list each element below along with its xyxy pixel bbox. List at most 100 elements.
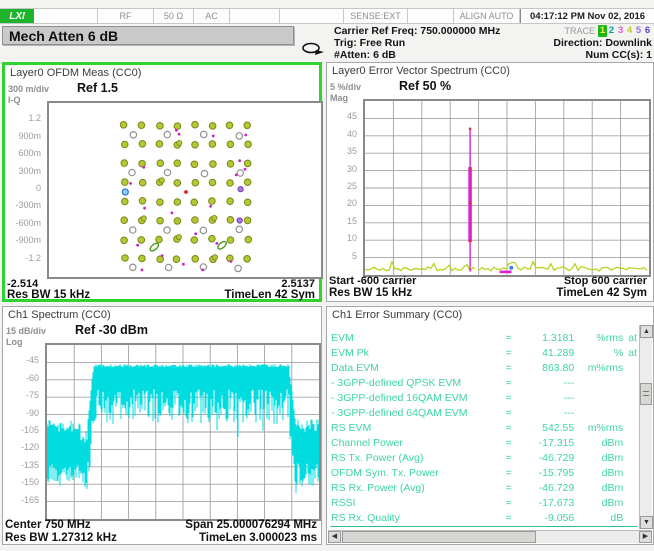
panel-title: Ch1 Error Summary (CC0): [332, 309, 462, 321]
y-tick--1.2: -1.2: [5, 253, 41, 263]
summary-label: - 3GPP-defined 64QAM EVM: [331, 406, 506, 421]
y-tick-20: 20: [327, 198, 357, 208]
window-error-summary[interactable]: Ch1 Error Summary (CC0) EVM=1.3181%rmsat…: [326, 306, 654, 545]
scale-per-div: 5 %/div: [330, 82, 361, 92]
summary-row-evm: EVM=1.3181%rmsat: [331, 331, 637, 346]
analyzer-screen: LXI RF50 ΩACSENSE:EXTALIGN AUTO04:17:12 …: [0, 0, 654, 551]
vertical-scroll-thumb[interactable]: [640, 383, 652, 405]
summary-eq: =: [506, 511, 518, 526]
datetime-display: 04:17:12 PM Nov 02, 2016: [520, 9, 654, 23]
trace-5[interactable]: 5: [634, 25, 643, 37]
summary-label: OFDM Sym. Tx. Power: [331, 466, 506, 481]
trace-selector: TRACE 123456: [564, 25, 652, 37]
window-error-vector-spectrum[interactable]: Layer0 Error Vector Spectrum (CC0) 5 %/d…: [326, 62, 654, 302]
spectrum-trace: [47, 345, 319, 519]
summary-val: -15.795: [517, 466, 574, 481]
summary-unit: dBm: [574, 436, 623, 451]
span-label: Span 25.000076294 MHz: [185, 519, 317, 531]
summary-extra: [623, 436, 637, 451]
summary-unit: dBm: [574, 496, 623, 511]
horizontal-scroll-track[interactable]: [536, 531, 639, 543]
summary-extra: [623, 376, 637, 391]
summary-eq: =: [506, 346, 518, 361]
y-tick-300m: 300m: [5, 166, 41, 176]
summary-row-rssi: RSSI=-17.673dBm: [331, 496, 637, 511]
scroll-left-button[interactable]: ◀: [328, 531, 341, 543]
y-tick-35: 35: [327, 146, 357, 156]
evm-spectrum-trace: [365, 101, 649, 275]
summary-unit: [574, 376, 623, 391]
summary-unit: dB: [574, 511, 623, 526]
summary-row-data-evm: Data EVM=863.80m%rms: [331, 361, 637, 376]
summary-label: - 3GPP-defined QPSK EVM: [331, 376, 506, 391]
y-tick--105: -105: [3, 425, 39, 435]
trace-2[interactable]: 2: [607, 25, 616, 37]
stop-carrier-label: Stop 600 carrier: [564, 275, 647, 287]
trace-1-selected[interactable]: 1: [598, 25, 607, 37]
status-cell-empty: [408, 9, 454, 23]
window-ofdm-meas[interactable]: Layer0 OFDM Meas (CC0) 300 m/div Ref 1.5…: [2, 62, 322, 302]
status-cell-empty: [34, 9, 98, 23]
summary-val: ---: [517, 376, 574, 391]
trigger-status: Trig: Free Run: [334, 37, 405, 49]
panel-title: Layer0 Error Vector Spectrum (CC0): [332, 65, 510, 77]
y-tick-1.2: 1.2: [5, 113, 41, 123]
summary-extra: [623, 391, 637, 406]
summary-separator: [330, 526, 637, 527]
summary-eq: =: [506, 331, 518, 346]
y-tick-30: 30: [327, 164, 357, 174]
panel-title: Ch1 Spectrum (CC0): [8, 309, 111, 321]
status-indicator-sense-ext: SENSE:EXT: [344, 9, 408, 23]
y-tick-900m: 900m: [5, 131, 41, 141]
y-tick-45: 45: [327, 111, 357, 121]
trace-6[interactable]: 6: [643, 25, 652, 37]
summary-extra: [623, 451, 637, 466]
summary-val: 41.289: [517, 346, 574, 361]
y-tick-0: 0: [5, 183, 41, 193]
axis-format-label: Mag: [330, 93, 348, 103]
scroll-up-button[interactable]: ▲: [640, 325, 653, 338]
carrier-ref-freq: Carrier Ref Freq: 750.000000 MHz: [334, 25, 500, 37]
summary-eq: =: [506, 391, 518, 406]
summary-extra: [623, 406, 637, 421]
atten-status: #Atten: 6 dB: [334, 49, 396, 61]
window-ch1-spectrum[interactable]: Ch1 Spectrum (CC0) 15 dB/div Ref -30 dBm…: [2, 306, 322, 545]
status-cell-empty: [280, 9, 344, 23]
status-cell-empty: [230, 9, 280, 23]
summary-eq: =: [506, 466, 518, 481]
y-tick--900m: -900m: [5, 235, 41, 245]
summary-eq: =: [506, 376, 518, 391]
lxi-badge: LXI: [0, 9, 34, 23]
trace-4[interactable]: 4: [625, 25, 634, 37]
summary-row-rs-rx-power-avg-: RS Rx. Power (Avg)=-46.729dBm: [331, 481, 637, 496]
summary-unit: m%rms: [574, 421, 623, 436]
summary-extra: [623, 496, 637, 511]
constellation-plot: [47, 101, 323, 279]
y-tick--75: -75: [3, 390, 39, 400]
timelen-label: TimeLen 3.000023 ms: [199, 532, 317, 544]
res-bw-label: Res BW 15 kHz: [329, 287, 412, 299]
timelen-label: TimeLen 42 Sym: [224, 289, 315, 301]
continuous-sweep-icon: [300, 41, 324, 56]
horizontal-scroll-thumb[interactable]: [342, 531, 536, 543]
y-tick--165: -165: [3, 495, 39, 505]
horizontal-scrollbar[interactable]: ◀ ▶: [328, 530, 652, 543]
start-carrier-label: Start -600 carrier: [329, 275, 416, 287]
summary-extra: [623, 361, 637, 376]
summary-extra: at: [623, 346, 637, 361]
scroll-right-button[interactable]: ▶: [639, 531, 652, 543]
summary-extra: [623, 481, 637, 496]
res-bw-label: Res BW 15 kHz: [7, 289, 90, 301]
trace-3[interactable]: 3: [616, 25, 625, 37]
y-tick-600m: 600m: [5, 148, 41, 158]
summary-unit: dBm: [574, 466, 623, 481]
y-tick--600m: -600m: [5, 218, 41, 228]
scroll-down-button[interactable]: ▼: [640, 516, 653, 529]
vertical-scrollbar[interactable]: ▲ ▼: [639, 325, 652, 529]
summary-eq: =: [506, 421, 518, 436]
summary-extra: at: [623, 331, 637, 346]
trace-label: TRACE: [564, 25, 595, 37]
summary-val: 1.3181: [517, 331, 574, 346]
y-tick--135: -135: [3, 460, 39, 470]
trace-digits: 123456: [598, 25, 652, 37]
